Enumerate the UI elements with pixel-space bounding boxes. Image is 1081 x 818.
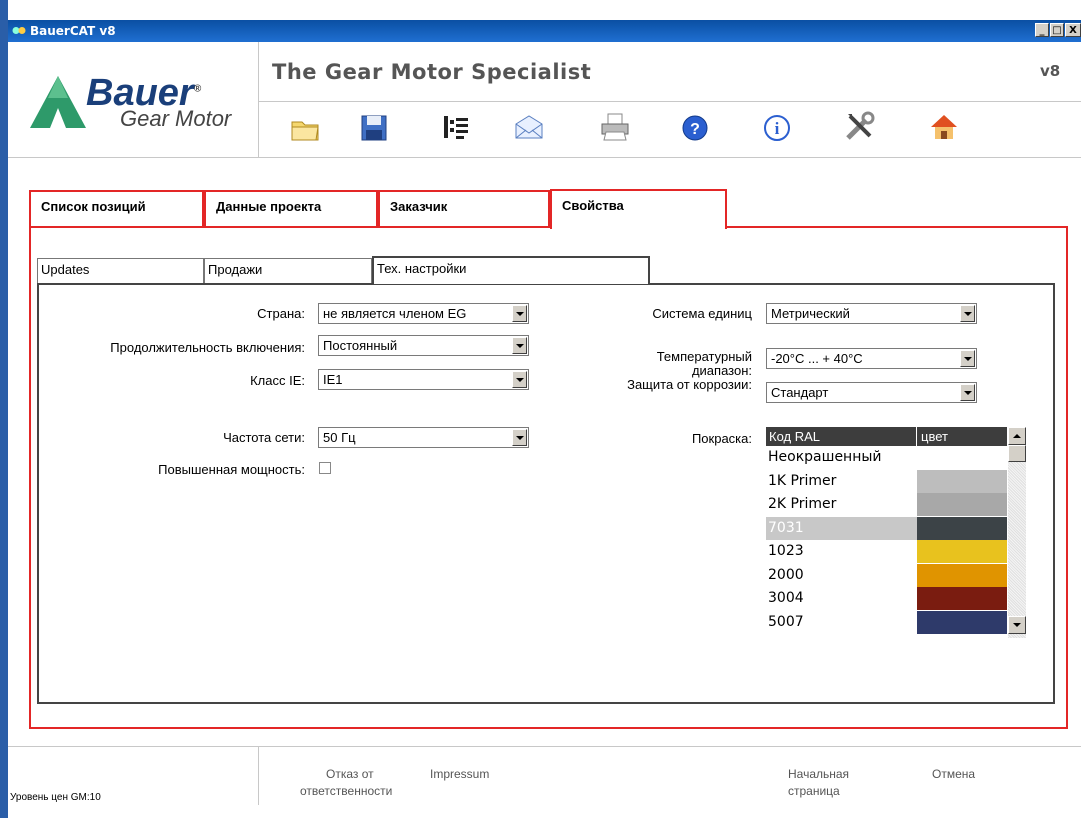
- ral-code: 7031: [768, 519, 804, 536]
- version-label: v8: [1040, 62, 1061, 80]
- paint-label: Покраска:: [691, 431, 752, 446]
- chevron-down-icon[interactable]: [960, 350, 975, 367]
- tab-customer[interactable]: Заказчик: [378, 190, 550, 227]
- window-title: BauerCAT v8: [30, 24, 116, 38]
- units-select[interactable]: Метрический: [766, 303, 977, 324]
- ral-code: Неокрашенный: [768, 449, 882, 465]
- print-icon[interactable]: [598, 110, 632, 144]
- chevron-down-icon[interactable]: [512, 337, 527, 354]
- ral-row[interactable]: 3004: [766, 587, 1007, 610]
- frequency-select[interactable]: 50 Гц: [318, 427, 529, 448]
- mail-icon[interactable]: [512, 110, 546, 144]
- ral-code: 3004: [768, 590, 804, 606]
- corrosion-label: Защита от коррозии:: [627, 377, 752, 392]
- ral-code: 2K Primer: [768, 496, 837, 512]
- ral-row[interactable]: 1023: [766, 540, 1007, 563]
- temperature-select[interactable]: -20°C ... + 40°C: [766, 348, 977, 369]
- ral-list-header: Код RAL цвет: [766, 427, 1007, 446]
- ral-code: 2000: [768, 566, 804, 583]
- svg-text:i: i: [775, 119, 780, 138]
- ral-color-swatch: [917, 516, 1007, 540]
- cancel-link[interactable]: Отмена: [932, 766, 975, 783]
- units-label: Система единиц: [652, 306, 752, 321]
- ral-color-swatch: [917, 610, 1007, 634]
- chevron-down-icon[interactable]: [960, 305, 975, 322]
- ie-class-select[interactable]: IE1: [318, 369, 529, 390]
- ral-row[interactable]: 2K Primer: [766, 493, 1007, 516]
- home-page-link[interactable]: Начальная страница: [788, 766, 849, 800]
- disclaimer-link[interactable]: Отказ от ответственности: [300, 766, 392, 800]
- chevron-down-icon[interactable]: [960, 384, 975, 401]
- temperature-label-2: диапазон:: [691, 363, 752, 378]
- ral-row[interactable]: 5007: [766, 610, 1007, 634]
- maximize-button[interactable]: □: [1050, 23, 1064, 37]
- svg-text:?: ?: [690, 121, 700, 138]
- ral-code: 5007: [768, 613, 804, 630]
- frequency-label: Частота сети:: [223, 430, 305, 445]
- scroll-up-button[interactable]: [1008, 427, 1026, 445]
- scroll-down-button[interactable]: [1008, 616, 1026, 634]
- tab-updates[interactable]: Updates: [37, 258, 204, 284]
- increased-power-label: Повышенная мощность:: [158, 462, 305, 477]
- ral-code: 1K Primer: [768, 472, 837, 489]
- footer-divider: [258, 747, 259, 805]
- ral-color-swatch: [917, 540, 1007, 563]
- ral-row[interactable]: 7031: [766, 516, 1007, 540]
- tab-positions[interactable]: Список позиций: [29, 190, 204, 227]
- folder-icon[interactable]: [288, 110, 322, 144]
- title-bar[interactable]: BauerCAT v8 _ □ X: [8, 20, 1081, 42]
- scroll-thumb[interactable]: [1008, 445, 1026, 462]
- slogan: The Gear Motor Specialist: [272, 60, 592, 84]
- chevron-down-icon[interactable]: [512, 305, 527, 322]
- info-icon[interactable]: i: [760, 110, 794, 144]
- tab-technical-settings[interactable]: Тех. настройки: [372, 256, 650, 284]
- ie-class-label: Класс IE:: [250, 373, 305, 388]
- ral-color-swatch: [917, 563, 1007, 587]
- tab-project-data[interactable]: Данные проекта: [204, 190, 378, 227]
- footer-divider: [8, 746, 1081, 747]
- ral-color-header: цвет: [921, 429, 948, 444]
- chevron-down-icon[interactable]: [512, 429, 527, 446]
- logo-icon: [30, 76, 86, 128]
- help-icon[interactable]: ?: [678, 110, 712, 144]
- logo-subtitle: Gear Motor: [120, 106, 232, 131]
- ral-color-swatch: [917, 469, 1007, 493]
- desktop-strip: [8, 0, 1081, 20]
- save-icon[interactable]: [357, 110, 391, 144]
- header-divider: [8, 157, 1081, 158]
- header-divider: [258, 42, 259, 157]
- ral-scrollbar[interactable]: [1008, 427, 1026, 638]
- ral-code: 1023: [768, 543, 804, 559]
- network-icon[interactable]: [440, 110, 474, 144]
- temperature-label: Температурный: [656, 349, 752, 364]
- corrosion-select[interactable]: Стандарт: [766, 382, 977, 403]
- ral-row[interactable]: 2000: [766, 563, 1007, 587]
- header-divider: [916, 427, 917, 446]
- duty-cycle-label: Продолжительность включения:: [110, 340, 305, 355]
- ral-color-list[interactable]: Код RAL цвет Неокрашенный 1K Primer 2K Pri…: [766, 427, 1030, 638]
- tools-icon[interactable]: [842, 110, 876, 144]
- tab-sales[interactable]: Продажи: [204, 258, 372, 284]
- price-level: Уровень цен GM:10: [10, 792, 101, 803]
- tab-properties[interactable]: Свойства: [550, 189, 727, 229]
- header-divider: [259, 101, 1081, 102]
- minimize-button[interactable]: _: [1035, 23, 1049, 37]
- ral-row[interactable]: Неокрашенный: [766, 446, 1007, 469]
- ral-row[interactable]: 1K Primer: [766, 469, 1007, 493]
- country-select[interactable]: не является членом EG: [318, 303, 529, 324]
- country-label: Страна:: [257, 306, 305, 321]
- increased-power-checkbox[interactable]: [319, 462, 331, 474]
- ral-code-header: Код RAL: [769, 429, 821, 444]
- ral-color-swatch: [917, 493, 1007, 516]
- ral-color-swatch: [917, 587, 1007, 610]
- home-icon[interactable]: [927, 110, 961, 144]
- impressum-link[interactable]: Impressum: [430, 766, 489, 783]
- app-icon: [12, 27, 26, 34]
- duty-cycle-select[interactable]: Постоянный: [318, 335, 529, 356]
- close-button[interactable]: X: [1065, 23, 1081, 37]
- window-frame: [0, 0, 8, 818]
- chevron-down-icon[interactable]: [512, 371, 527, 388]
